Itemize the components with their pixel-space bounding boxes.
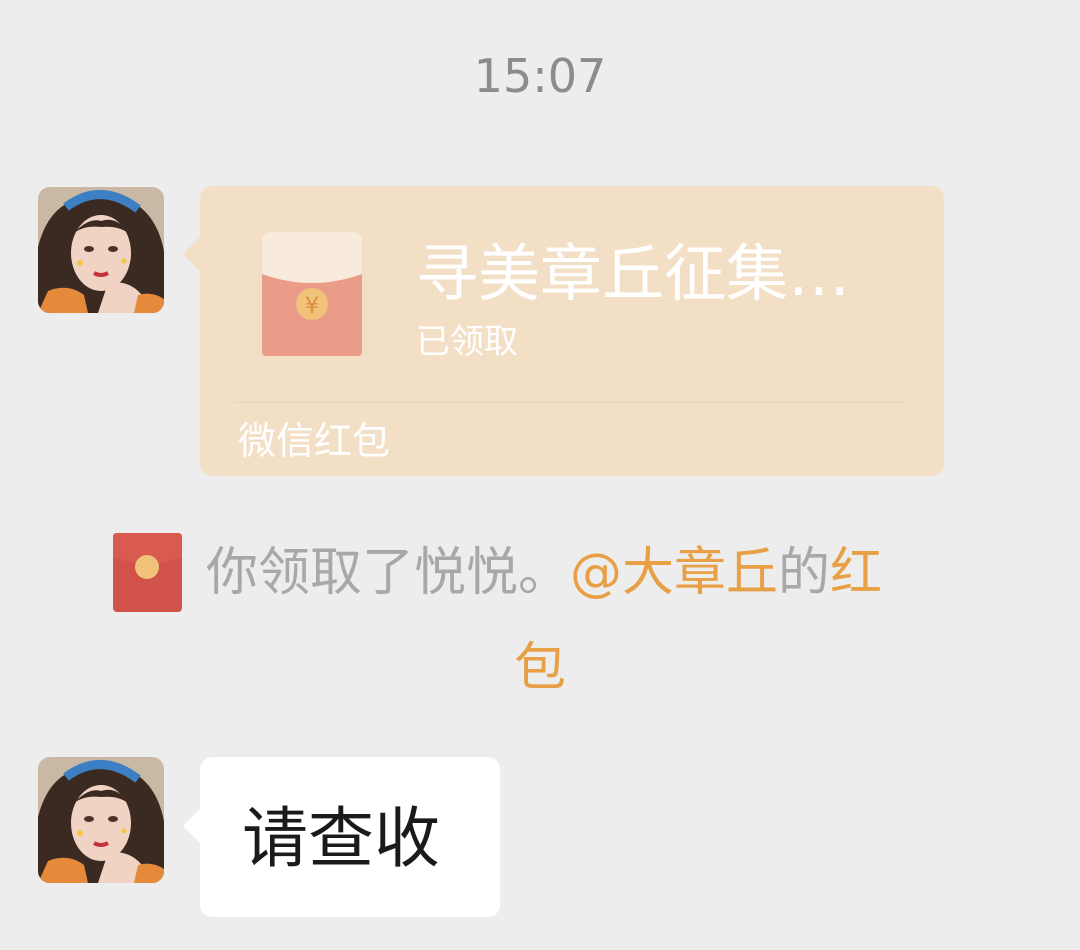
red-packet-link[interactable]: 红 [830, 543, 882, 603]
red-packet-footer: 微信红包 [238, 419, 391, 463]
yuan-symbol: ¥ [305, 294, 319, 319]
message-text: 请查收 [242, 800, 440, 877]
bubble-tail [183, 808, 201, 844]
red-packet-link-continued[interactable]: 包 [0, 636, 1080, 700]
message-timestamp: 15:07 [473, 49, 607, 103]
red-packet-title: 寻美章丘征集… [416, 238, 851, 310]
red-packet-status: 已领取 [416, 322, 518, 362]
message-bubble[interactable]: 请查收 [200, 757, 500, 917]
mention-link[interactable]: @大章丘 [570, 543, 778, 603]
red-packet-icon: ¥ [260, 232, 364, 358]
notice-text: 你领取了悦悦。 [206, 543, 571, 603]
bubble-tail [183, 236, 201, 272]
divider [234, 402, 906, 403]
sender-avatar[interactable] [38, 187, 164, 313]
red-packet-small-icon [113, 533, 182, 612]
red-packet-card[interactable]: ¥ 寻美章丘征集… 已领取 微信红包 [200, 186, 944, 476]
chat-view: 15:07 ¥ 寻美章丘征集… 已领取 微信红包 你领取了悦悦。@大章丘的红 包… [0, 0, 1080, 950]
notice-text-middle: 的 [778, 543, 831, 603]
sender-avatar[interactable] [38, 757, 164, 883]
system-notice: 你领取了悦悦。@大章丘的红 [206, 541, 986, 605]
